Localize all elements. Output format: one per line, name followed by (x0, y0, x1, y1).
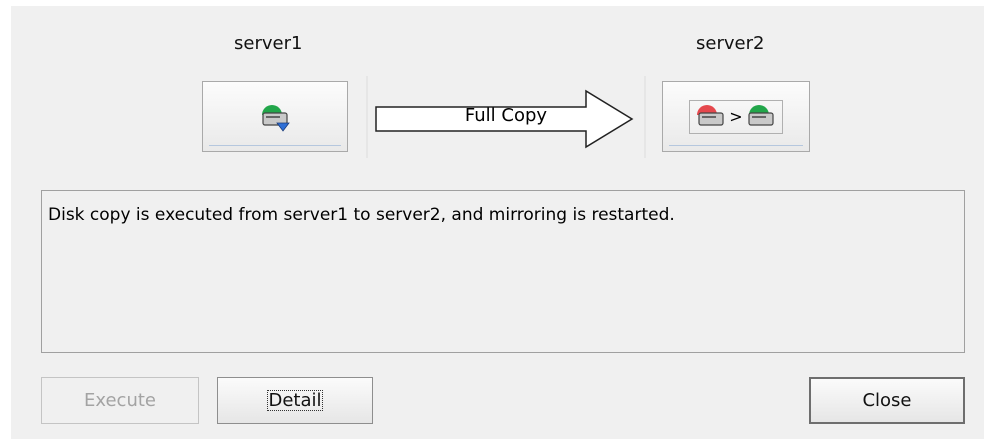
execute-button[interactable]: Execute (41, 377, 199, 424)
detail-button-label: Detail (267, 390, 323, 411)
detail-button[interactable]: Detail (217, 377, 373, 424)
disk-normal-icon (262, 104, 290, 132)
disk-normal-icon (748, 104, 774, 126)
target-server-label: server2 (696, 33, 765, 54)
source-server-label: server1 (234, 33, 303, 54)
target-server-button[interactable]: > (662, 81, 810, 152)
close-button[interactable]: Close (809, 377, 965, 424)
close-button-label: Close (862, 390, 912, 411)
disk-copy-status: > (689, 99, 783, 134)
disk-error-icon (697, 104, 724, 126)
separator (644, 76, 646, 158)
operation-label: Full Copy (464, 105, 548, 126)
source-server-button[interactable] (202, 81, 348, 152)
execute-button-label: Execute (84, 390, 156, 411)
message-text: Disk copy is executed from server1 to se… (48, 205, 675, 225)
separator (366, 76, 368, 158)
chevron-right-icon: > (729, 107, 743, 126)
message-box: Disk copy is executed from server1 to se… (41, 190, 965, 353)
